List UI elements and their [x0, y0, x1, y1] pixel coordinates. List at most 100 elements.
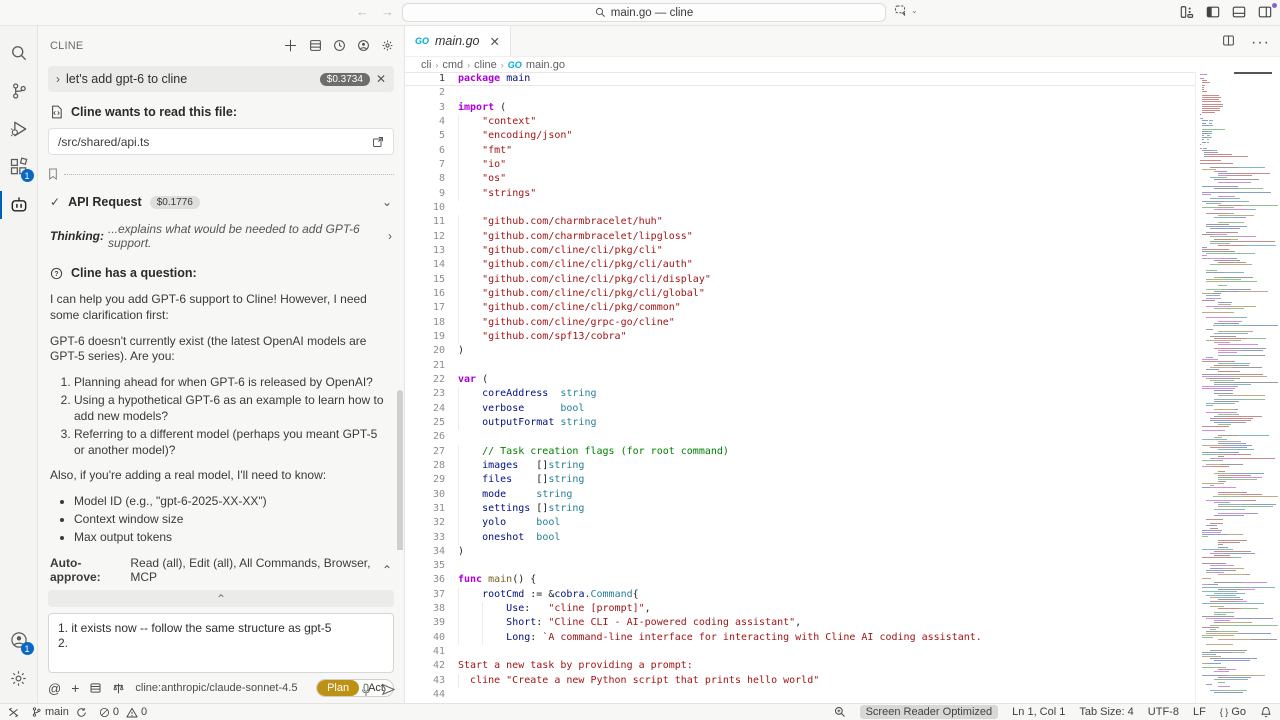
code-line: 29 files []string: [405, 473, 1280, 487]
search-icon: [9, 43, 29, 63]
screen-reader-status[interactable]: Screen Reader Optimized: [860, 705, 999, 719]
api-request-label: API Request: [68, 195, 142, 209]
search-icon: [595, 7, 606, 18]
account-icon[interactable]: [357, 39, 370, 52]
breadcrumb-item[interactable]: cli: [421, 59, 431, 71]
chevron-up-icon[interactable]: ⌃: [382, 563, 392, 577]
microphone-icon[interactable]: [360, 683, 372, 697]
branch-indicator[interactable]: main: [31, 706, 87, 718]
send-icon[interactable]: [381, 683, 396, 696]
code-line: 8 "os": [405, 172, 1280, 186]
encoding[interactable]: UTF-8: [1148, 706, 1179, 718]
chat-input[interactable]: 1. it exists now -- follow the same stru…: [48, 613, 394, 673]
cline-robot-icon: [9, 195, 29, 215]
accounts-badge: 1: [21, 642, 34, 655]
sync-icon[interactable]: [76, 707, 87, 718]
editor-group: GO main.go ✕ ··· cli› cmd› cline› GO mai…: [405, 26, 1280, 703]
auto-approve-value: Read (all), Edit (all), All Commands, Br…: [130, 556, 382, 584]
code-line: 36func main() {: [405, 573, 1280, 587]
breadcrumb-item[interactable]: cmd: [442, 59, 463, 71]
activitybar-settings[interactable]: [0, 659, 38, 697]
rules-icon[interactable]: [112, 682, 125, 695]
mention-icon[interactable]: @: [48, 681, 61, 696]
chevron-down-icon[interactable]: ⌄: [382, 195, 392, 209]
copilot-menu[interactable]: ⌄: [894, 4, 918, 17]
more-actions-icon[interactable]: ···: [1251, 34, 1270, 52]
list-item: Max output tokens: [74, 530, 390, 546]
code-area[interactable]: 1package main23import (4 "context"5 "enc…: [405, 72, 1280, 703]
auto-approve-label: Auto-approve:: [50, 556, 126, 584]
check-icon: ✓: [50, 195, 60, 209]
close-tab-icon[interactable]: ✕: [490, 34, 500, 49]
code-line: 25 outputFormat string: [405, 416, 1280, 430]
thinking-row[interactable]: Thinking: ...explains what would be need…: [50, 222, 392, 250]
checkpoint-divider[interactable]: [48, 168, 394, 180]
activity-bar: 1 1: [0, 26, 38, 703]
file-path-box[interactable]: /src/shared/api.ts: [48, 128, 394, 155]
toggle-primary-sidebar-icon[interactable]: [1206, 5, 1220, 19]
activitybar-source-control[interactable]: [0, 72, 38, 110]
chevron-right-icon[interactable]: ›: [388, 229, 392, 243]
command-center-search[interactable]: main.go — cline: [402, 3, 886, 22]
history-icon[interactable]: [333, 39, 346, 52]
task-header[interactable]: › let's add gpt-6 to cline $0.3734 ✕: [48, 66, 394, 92]
notification-dot: [1272, 3, 1277, 8]
breadcrumb-file[interactable]: main.go: [526, 59, 565, 71]
activitybar-search[interactable]: [0, 34, 38, 72]
breadcrumb[interactable]: cli› cmd› cline› GO main.go: [405, 57, 1280, 72]
split-editor-icon[interactable]: [1222, 34, 1235, 47]
nav-forward-icon[interactable]: →: [381, 4, 394, 19]
remote-indicator-icon[interactable]: [8, 707, 19, 718]
code-line: 6 "fmt": [405, 144, 1280, 158]
activitybar-extensions[interactable]: 1: [0, 148, 38, 186]
activitybar-cline[interactable]: [0, 186, 38, 224]
tab-main-go[interactable]: GO main.go ✕: [405, 26, 511, 56]
svg-text:?: ?: [54, 270, 58, 277]
title-bar: ← → main.go — cline ⌄: [0, 0, 1280, 26]
plan-button[interactable]: Plan: [317, 680, 359, 696]
chevron-down-icon: ⌄: [911, 6, 918, 15]
source-control-icon: [9, 81, 29, 101]
activitybar-accounts[interactable]: 1: [0, 621, 38, 659]
breadcrumb-item[interactable]: cline: [474, 59, 497, 71]
activitybar-run-debug[interactable]: [0, 110, 38, 148]
context-collapse-bar[interactable]: ⌃: [48, 590, 394, 607]
toggle-secondary-sidebar-icon[interactable]: [1258, 5, 1272, 19]
gear-icon[interactable]: [381, 39, 394, 52]
code-line: 18 "github.com/cline/grpc-go/cline": [405, 316, 1280, 330]
code-line: 40 Long: `A command-line interface for i…: [405, 631, 1280, 645]
errors-icon: [99, 707, 110, 718]
language-mode[interactable]: { } Go: [1220, 706, 1246, 718]
slash-commands-icon[interactable]: [89, 682, 102, 694]
toggle-panel-icon[interactable]: [1232, 5, 1246, 19]
nav-back-icon[interactable]: ←: [356, 4, 369, 19]
code-line: 15 "github.com/cline/cli/pkg/cli/display…: [405, 273, 1280, 287]
question-icon: ?: [50, 267, 63, 280]
code-line: 42Start a new task by providing a prompt…: [405, 659, 1280, 673]
add-icon[interactable]: +: [71, 680, 79, 696]
mcp-servers-icon[interactable]: [309, 39, 322, 52]
minimap[interactable]: [1195, 72, 1280, 703]
message-paragraph: Also, if you're adding a real model, I'l…: [50, 468, 390, 484]
problems-indicator[interactable]: 0 0: [99, 706, 147, 718]
code-line: 11 "github.com/charmbracelet/huh": [405, 215, 1280, 229]
notifications-bell-icon[interactable]: [1260, 706, 1272, 718]
code-line: 4 "context": [405, 115, 1280, 129]
new-task-icon[interactable]: ＋: [283, 35, 298, 56]
code-line: 33 oneshot bool: [405, 531, 1280, 545]
question-heading: Cline has a question:: [71, 266, 197, 280]
customize-layout-icon[interactable]: [1180, 5, 1194, 19]
eol-indicator[interactable]: LF: [1193, 706, 1206, 718]
list-item: Context window size: [74, 512, 390, 528]
external-link-icon[interactable]: [372, 136, 384, 148]
cursor-position[interactable]: Ln 1, Col 1: [1012, 706, 1065, 718]
api-request-row[interactable]: ✓ API Request $0.1776 ⌄: [50, 195, 392, 209]
auto-approve-bar[interactable]: Auto-approve: Read (all), Edit (all), Al…: [48, 550, 394, 590]
zoom-icon[interactable]: [834, 706, 846, 718]
tab-label: main.go: [435, 34, 479, 48]
vscode-window: ← → main.go — cline ⌄: [0, 0, 1280, 720]
close-task-icon[interactable]: ✕: [376, 72, 386, 86]
model-selector[interactable]: cline:anthropic/claude-sonnet-4.5: [135, 682, 297, 694]
code-line: 21: [405, 359, 1280, 373]
tab-size[interactable]: Tab Size: 4: [1079, 706, 1133, 718]
